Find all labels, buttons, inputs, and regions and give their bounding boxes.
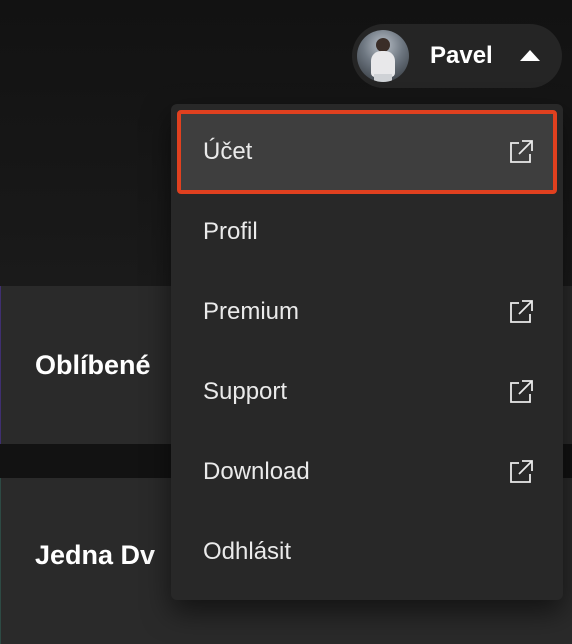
user-dropdown-menu: Účet Profil Premium Support Download Odh…	[171, 104, 563, 600]
menu-item-label: Profil	[203, 218, 258, 245]
caret-up-icon	[520, 50, 540, 61]
menu-item-logout[interactable]: Odhlásit	[179, 512, 555, 592]
external-link-icon	[510, 380, 533, 403]
user-name: Pavel	[430, 42, 493, 69]
menu-item-label: Premium	[203, 298, 300, 325]
card-title: Oblíbené	[35, 350, 151, 380]
menu-item-premium[interactable]: Premium	[179, 272, 555, 352]
external-link-icon	[510, 460, 533, 483]
user-menu-button[interactable]: Pavel	[352, 24, 562, 88]
menu-item-label: Odhlásit	[203, 538, 292, 565]
menu-item-label: Download	[203, 458, 310, 485]
menu-item-download[interactable]: Download	[179, 432, 555, 512]
menu-item-label: Účet	[203, 138, 253, 165]
menu-item-profile[interactable]: Profil	[179, 192, 555, 272]
menu-item-label: Support	[203, 378, 288, 405]
card-title: Jedna Dv	[35, 540, 156, 570]
avatar	[357, 30, 409, 82]
external-link-icon	[510, 140, 533, 163]
external-link-icon	[510, 300, 533, 323]
menu-item-support[interactable]: Support	[179, 352, 555, 432]
menu-item-account[interactable]: Účet	[177, 110, 557, 194]
